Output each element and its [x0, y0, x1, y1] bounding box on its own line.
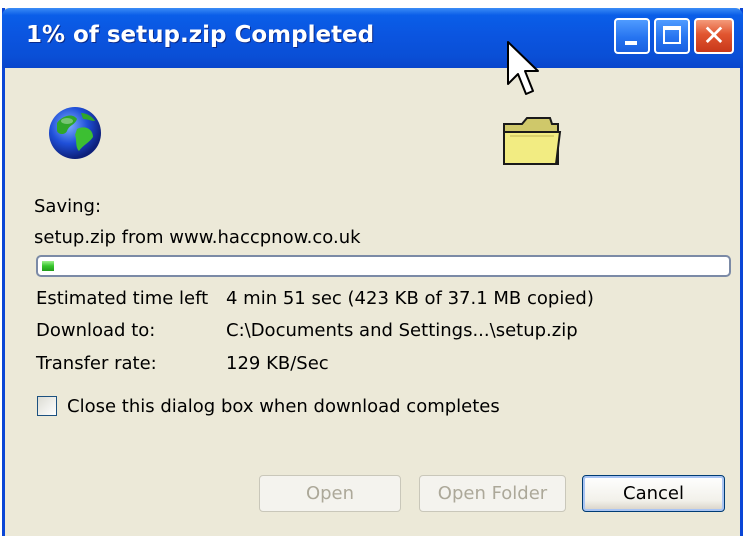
close-icon: ✕ — [702, 19, 726, 52]
time-left-value: 4 min 51 sec (423 KB of 37.1 MB copied) — [226, 288, 594, 309]
progress-fill — [42, 261, 54, 271]
download-progress-bar — [36, 255, 731, 277]
close-when-complete-label[interactable]: Close this dialog box when download comp… — [67, 396, 500, 418]
download-to-value: C:\Documents and Settings...\setup.zip — [226, 320, 578, 341]
transfer-rate-label: Transfer rate: — [36, 353, 157, 374]
minimize-button[interactable] — [614, 18, 650, 54]
close-button[interactable]: ✕ — [694, 18, 734, 54]
title-bar[interactable]: 1% of setup.zip Completed ✕ — [2, 8, 743, 68]
saving-label: Saving: — [34, 196, 102, 217]
file-source-text: setup.zip from www.haccpnow.co.uk — [34, 227, 361, 248]
globe-icon — [49, 107, 101, 159]
time-left-label: Estimated time left — [36, 288, 209, 309]
transfer-rate-value: 129 KB/Sec — [226, 353, 329, 374]
open-button[interactable]: Open — [259, 475, 401, 512]
minimize-icon — [625, 41, 637, 45]
open-folder-button[interactable]: Open Folder — [419, 475, 566, 512]
window-title: 1% of setup.zip Completed — [26, 22, 375, 48]
mouse-cursor-icon — [507, 41, 539, 95]
cancel-button[interactable]: Cancel — [582, 475, 725, 512]
folder-icon — [503, 117, 562, 165]
maximize-icon — [663, 26, 681, 44]
close-when-complete-checkbox[interactable] — [37, 396, 57, 416]
download-to-label: Download to: — [36, 320, 156, 341]
maximize-button[interactable] — [654, 18, 690, 54]
